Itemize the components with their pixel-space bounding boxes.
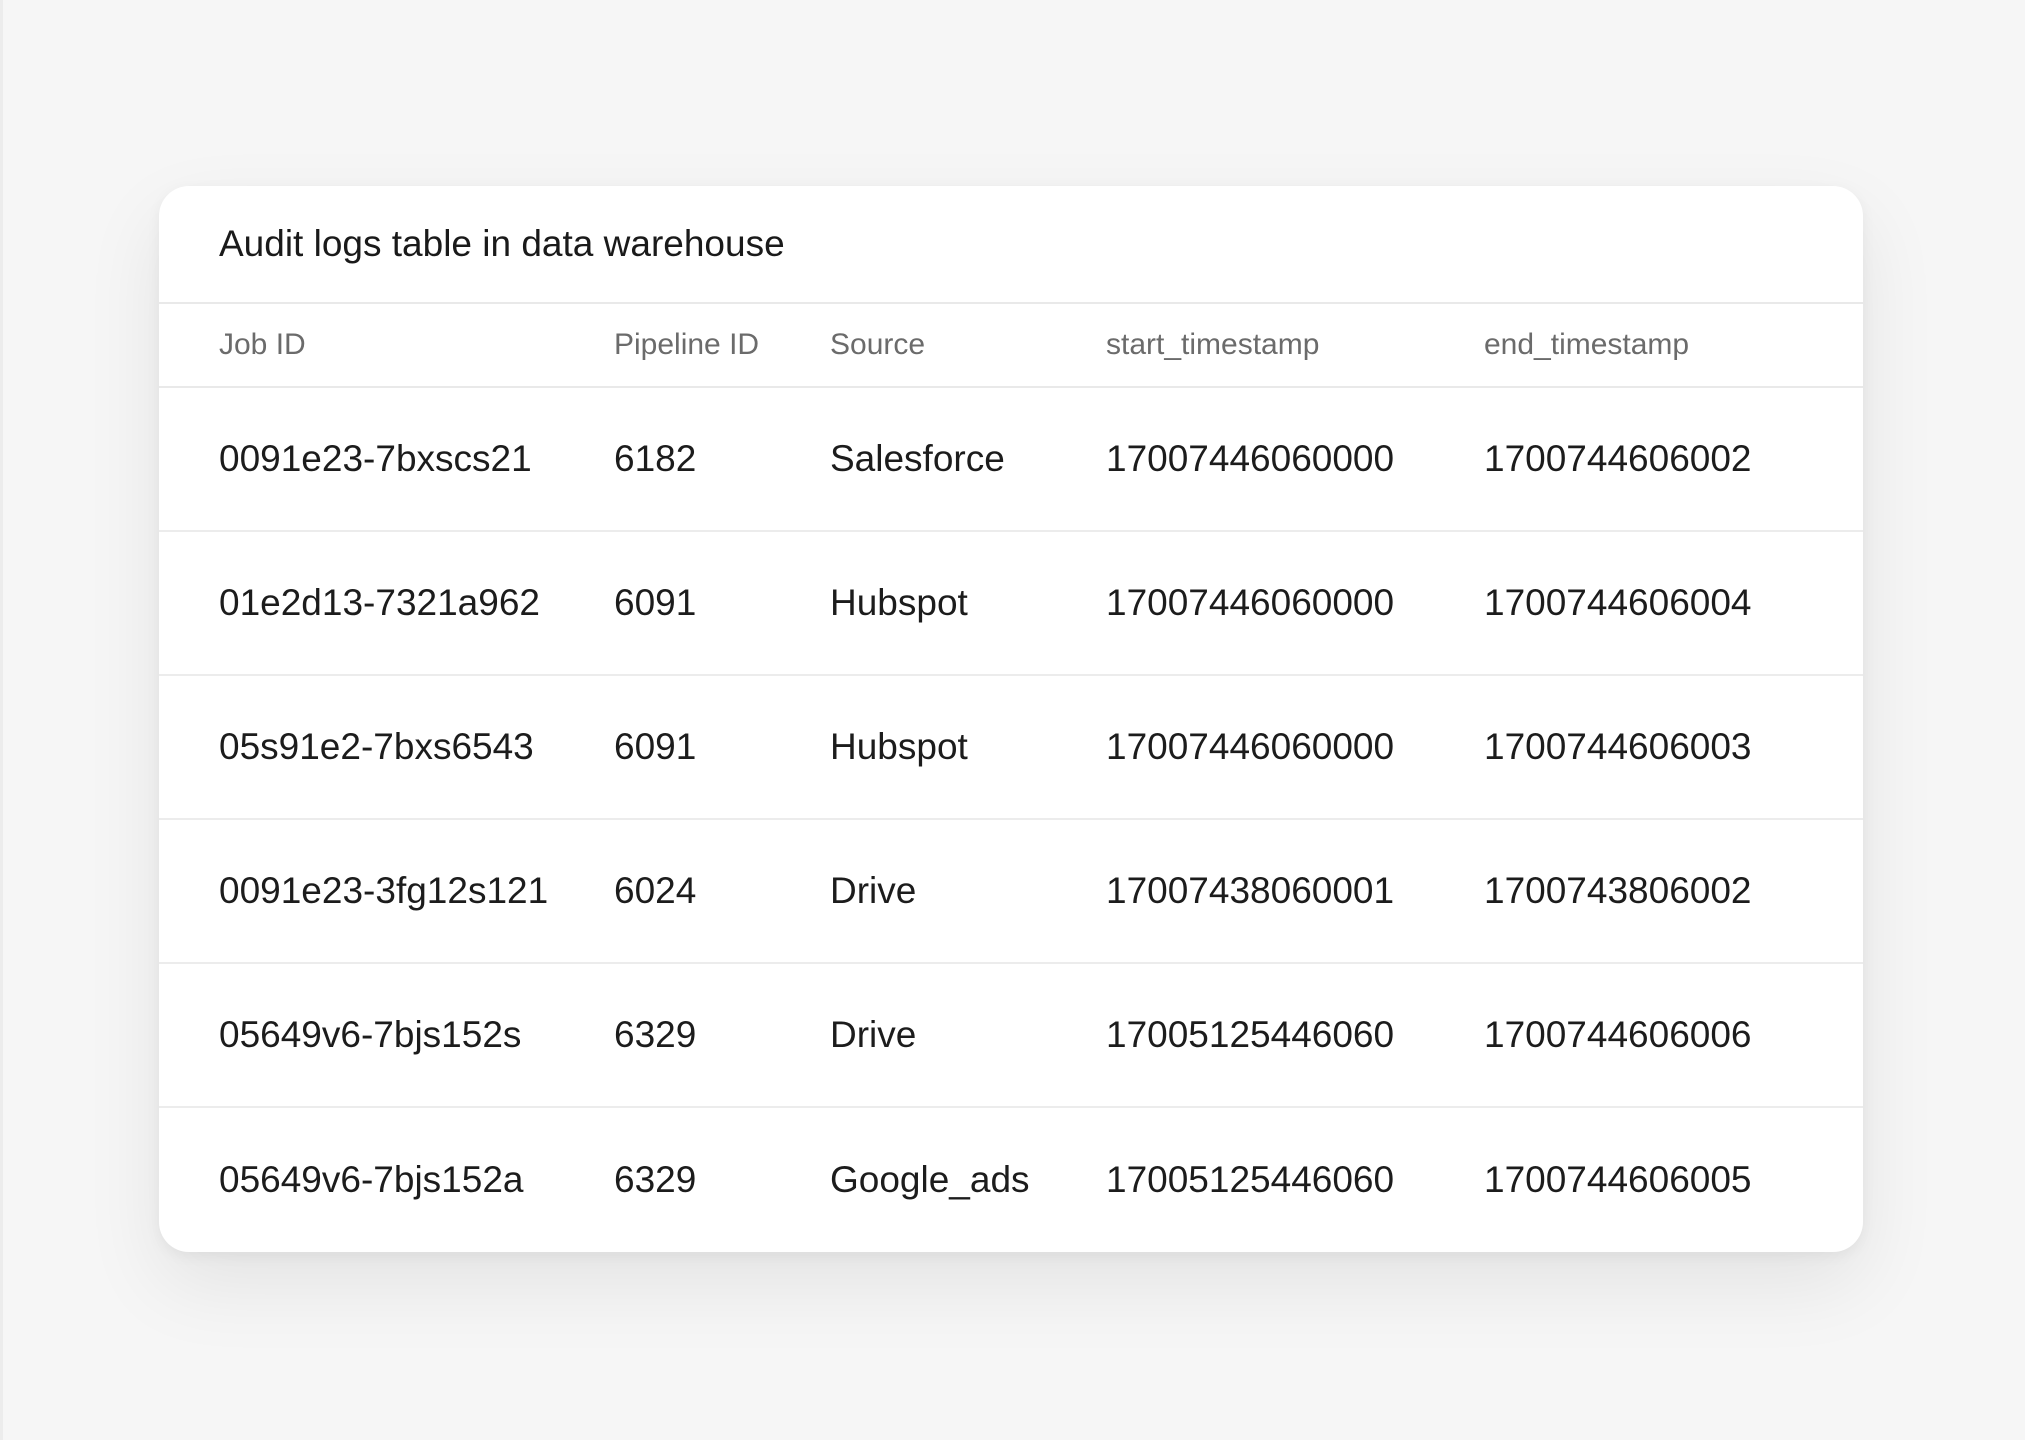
cell-end-timestamp: 1700744606004 xyxy=(1484,582,1752,623)
table-row[interactable]: 0091e23-3fg12s121 6024 Drive 17007438060… xyxy=(159,819,1863,963)
cell-start-timestamp: 17007446060000 xyxy=(1106,726,1395,767)
cell-pipeline-id: 6329 xyxy=(614,1158,697,1200)
cell-start-timestamp: 17005125446060 xyxy=(1106,1014,1395,1055)
cell-pipeline-id: 6024 xyxy=(614,870,697,911)
table-row[interactable]: 01e2d13-7321a962 6091 Hubspot 1700744606… xyxy=(159,531,1863,675)
cell-pipeline-id: 6091 xyxy=(614,726,697,767)
audit-logs-card: Audit logs table in data warehouse Job I… xyxy=(159,186,1863,1252)
cell-start-timestamp: 17007446060000 xyxy=(1106,438,1395,479)
table-row[interactable]: 0091e23-7bxscs21 6182 Salesforce 1700744… xyxy=(159,387,1863,531)
cell-end-timestamp: 1700744606006 xyxy=(1484,1014,1752,1055)
cell-job-id: 05649v6-7bjs152a xyxy=(219,1158,524,1200)
table-body: 0091e23-7bxscs21 6182 Salesforce 1700744… xyxy=(159,387,1863,1251)
cell-source: Drive xyxy=(830,1014,917,1055)
column-header-source[interactable]: Source xyxy=(830,304,1106,387)
card-title: Audit logs table in data warehouse xyxy=(159,186,1863,304)
table-row[interactable]: 05649v6-7bjs152a 6329 Google_ads 1700512… xyxy=(159,1107,1863,1251)
cell-source: Google_ads xyxy=(830,1158,1030,1200)
cell-job-id: 01e2d13-7321a962 xyxy=(219,582,540,623)
table-row[interactable]: 05s91e2-7bxs6543 6091 Hubspot 1700744606… xyxy=(159,675,1863,819)
cell-start-timestamp: 17005125446060 xyxy=(1106,1158,1395,1200)
cell-source: Hubspot xyxy=(830,726,968,767)
cell-job-id: 0091e23-7bxscs21 xyxy=(219,438,532,479)
page-left-edge xyxy=(0,0,3,1440)
cell-source: Salesforce xyxy=(830,438,1005,479)
table-row[interactable]: 05649v6-7bjs152s 6329 Drive 170051254460… xyxy=(159,963,1863,1107)
table-header: Job ID Pipeline ID Source start_timestam… xyxy=(159,304,1863,387)
cell-pipeline-id: 6091 xyxy=(614,582,697,623)
cell-source: Drive xyxy=(830,870,917,911)
cell-end-timestamp: 1700744606005 xyxy=(1484,1158,1752,1200)
cell-end-timestamp: 1700744606002 xyxy=(1484,438,1752,479)
cell-start-timestamp: 17007446060000 xyxy=(1106,582,1395,623)
cell-job-id: 05s91e2-7bxs6543 xyxy=(219,726,534,767)
cell-end-timestamp: 1700743806002 xyxy=(1484,870,1752,911)
cell-pipeline-id: 6182 xyxy=(614,438,697,479)
header-row: Job ID Pipeline ID Source start_timestam… xyxy=(159,304,1863,387)
cell-job-id: 0091e23-3fg12s121 xyxy=(219,870,549,911)
audit-logs-table: Job ID Pipeline ID Source start_timestam… xyxy=(159,304,1863,1251)
column-header-start-timestamp[interactable]: start_timestamp xyxy=(1106,304,1484,387)
cell-start-timestamp: 17007438060001 xyxy=(1106,870,1395,911)
cell-pipeline-id: 6329 xyxy=(614,1014,697,1055)
cell-job-id: 05649v6-7bjs152s xyxy=(219,1014,522,1055)
column-header-job-id[interactable]: Job ID xyxy=(159,304,614,387)
cell-end-timestamp: 1700744606003 xyxy=(1484,726,1752,767)
cell-source: Hubspot xyxy=(830,582,968,623)
column-header-end-timestamp[interactable]: end_timestamp xyxy=(1484,304,1863,387)
column-header-pipeline-id[interactable]: Pipeline ID xyxy=(614,304,830,387)
